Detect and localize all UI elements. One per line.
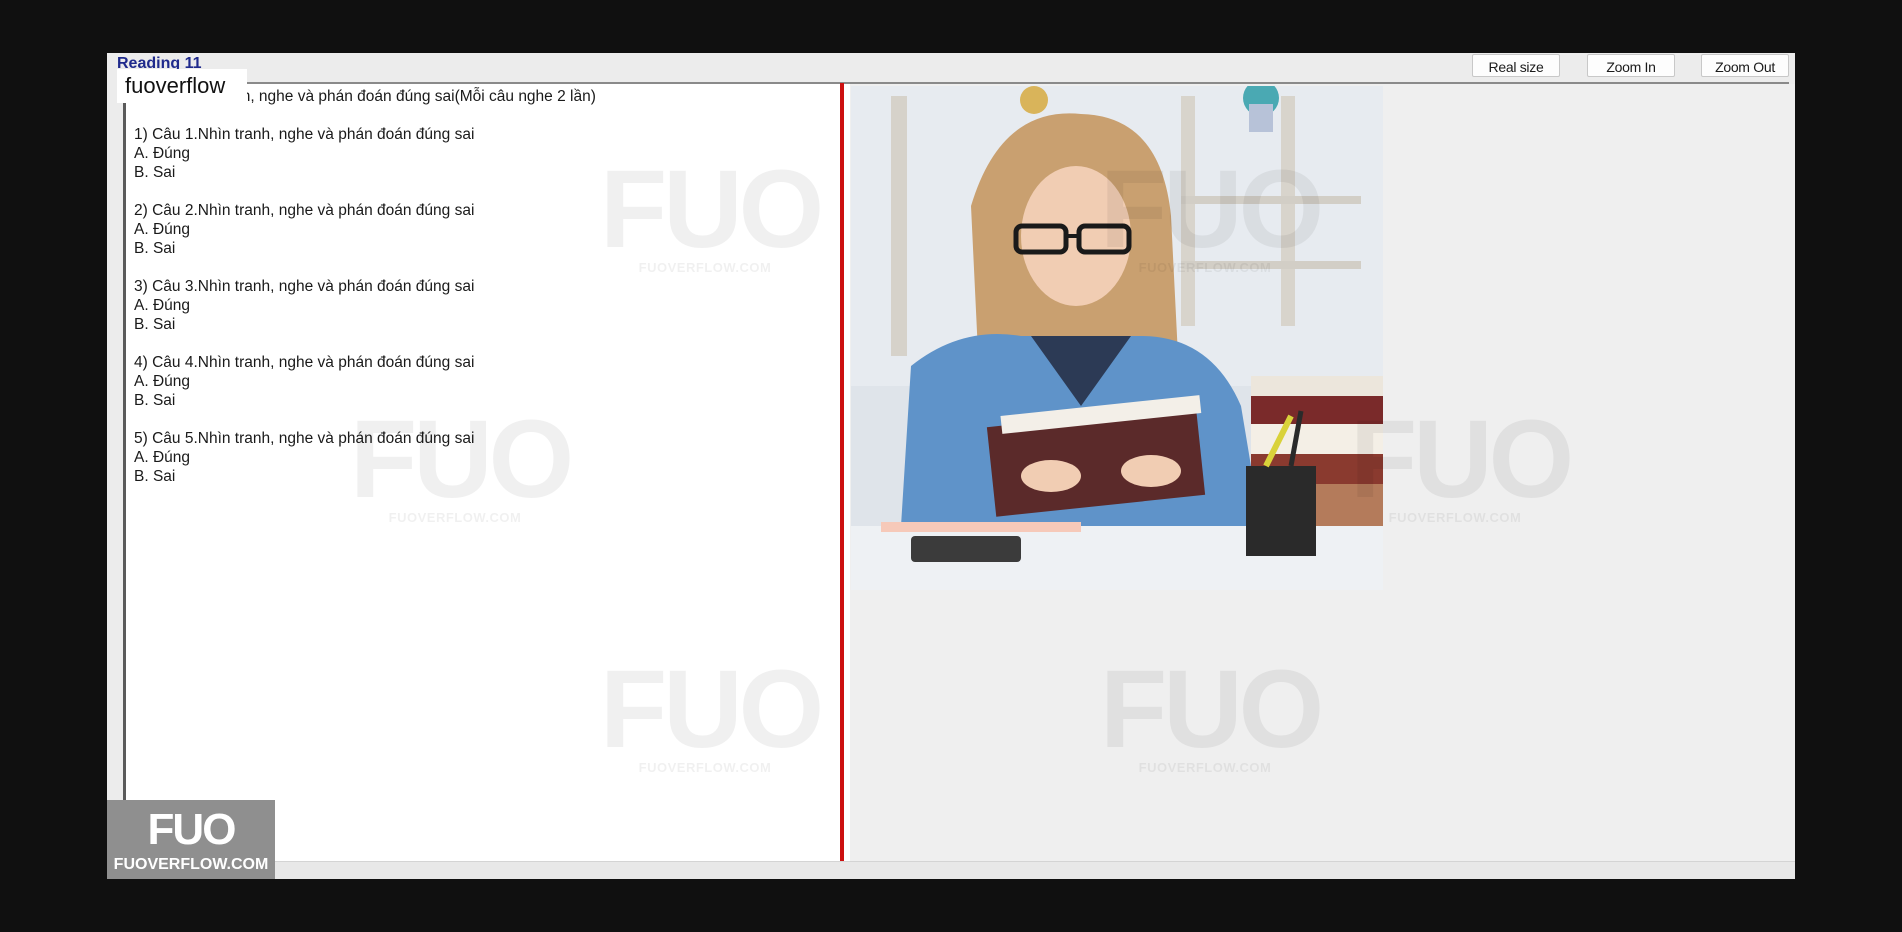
option-b[interactable]: B. Sai: [134, 391, 596, 410]
image-pane[interactable]: [850, 84, 1795, 861]
question-pane[interactable]: Bài 1. Nhìn tranh, nghe và phán đoán đún…: [123, 84, 855, 861]
option-a[interactable]: A. Đúng: [134, 448, 596, 467]
question-title: 5) Câu 5.Nhìn tranh, nghe và phán đoán đ…: [134, 430, 475, 447]
real-size-button[interactable]: Real size: [1472, 54, 1560, 77]
question-item: 3) Câu 3.Nhìn tranh, nghe và phán đoán đ…: [134, 277, 596, 334]
option-b[interactable]: B. Sai: [134, 239, 596, 258]
site-tag: fuoverflow: [117, 69, 247, 103]
question-title: 2) Câu 2.Nhìn tranh, nghe và phán đoán đ…: [134, 202, 475, 219]
fuo-logo-icon: FUO: [147, 805, 237, 854]
question-title: 4) Câu 4.Nhìn tranh, nghe và phán đoán đ…: [134, 354, 475, 371]
question-item: 4) Câu 4.Nhìn tranh, nghe và phán đoán đ…: [134, 353, 596, 410]
question-image: [851, 86, 1383, 590]
zoom-in-button[interactable]: Zoom In: [1587, 54, 1675, 77]
option-a[interactable]: A. Đúng: [134, 220, 596, 239]
option-b[interactable]: B. Sai: [134, 163, 596, 182]
zoom-out-button[interactable]: Zoom Out: [1701, 54, 1789, 77]
status-bar: [107, 861, 1795, 879]
option-a[interactable]: A. Đúng: [134, 372, 596, 391]
corner-logo: FUO FUOVERFLOW.COM: [107, 800, 275, 879]
option-b[interactable]: B. Sai: [134, 467, 596, 486]
question-title: 3) Câu 3.Nhìn tranh, nghe và phán đoán đ…: [134, 278, 475, 295]
question-item: 1) Câu 1.Nhìn tranh, nghe và phán đoán đ…: [134, 125, 596, 182]
question-list: Bài 1. Nhìn tranh, nghe và phán đoán đún…: [134, 87, 596, 486]
pane-splitter[interactable]: [840, 83, 844, 862]
app-window: Reading 11 Real size Zoom In Zoom Out Bà…: [107, 53, 1795, 879]
question-item: 5) Câu 5.Nhìn tranh, nghe và phán đoán đ…: [134, 429, 596, 486]
question-item: 2) Câu 2.Nhìn tranh, nghe và phán đoán đ…: [134, 201, 596, 258]
corner-logo-text: FUOVERFLOW.COM: [113, 856, 269, 873]
question-title: 1) Câu 1.Nhìn tranh, nghe và phán đoán đ…: [134, 126, 475, 143]
option-a[interactable]: A. Đúng: [134, 144, 596, 163]
option-a[interactable]: A. Đúng: [134, 296, 596, 315]
option-b[interactable]: B. Sai: [134, 315, 596, 334]
